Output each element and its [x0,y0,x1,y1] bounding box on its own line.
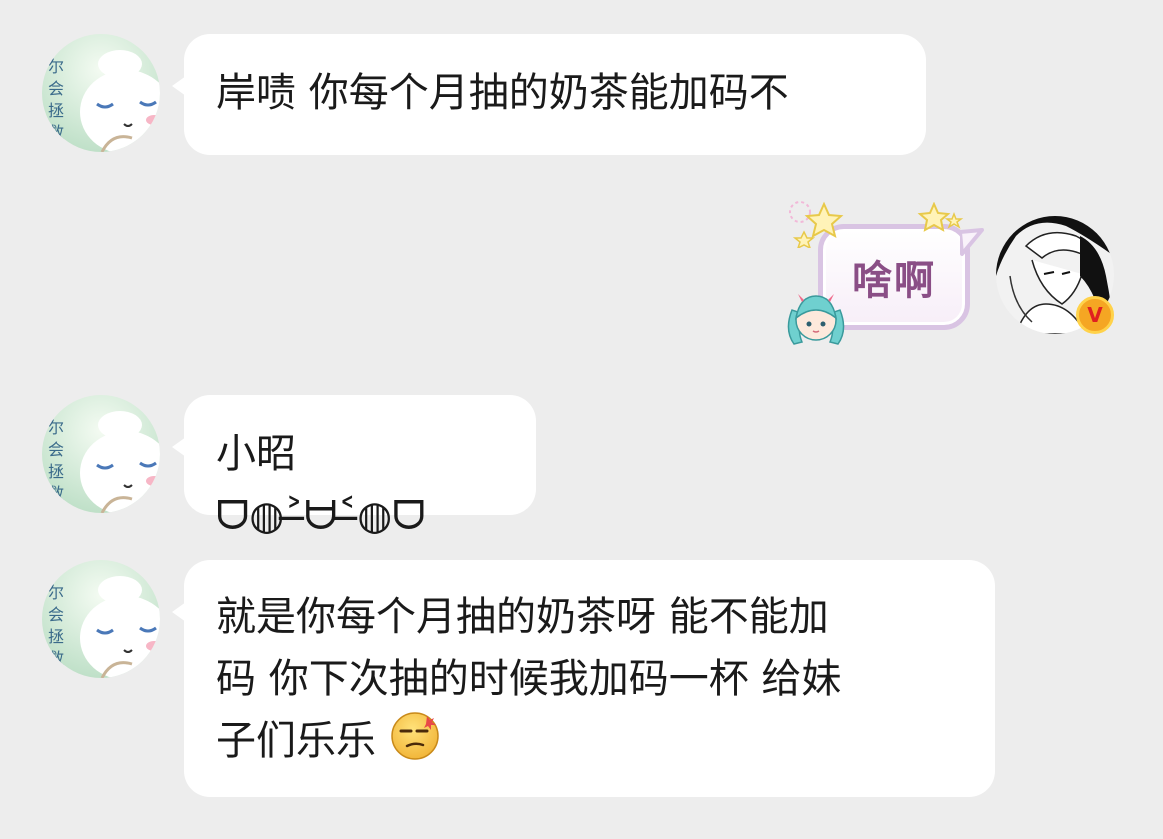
svg-text:救: 救 [48,123,64,142]
smirk-face-emoji-icon [390,712,439,760]
message-text: 小昭 ᗜ◍˃̶ᗨ˂̶◍ᗜ [216,431,426,539]
contact-avatar[interactable]: 尔 会 拯 救 [42,395,160,513]
contact-avatar[interactable]: 尔 会 拯 救 [42,560,160,678]
svg-text:会: 会 [48,440,64,459]
message-bubble[interactable]: 小昭 ᗜ◍˃̶ᗨ˂̶◍ᗜ [172,395,536,539]
svg-text:尔: 尔 [48,583,64,602]
message-text: 啥啊 [852,258,936,304]
star-decoration-icon [789,201,844,248]
message-bubble[interactable]: 岸啧 你每个月抽的奶茶能加码不 [172,34,926,155]
svg-text:救: 救 [48,649,64,668]
message-text-line-1: 就是你每个月抽的奶茶呀 能不能加 [216,594,829,640]
message-text: 岸啧 你每个月抽的奶茶能加码不 [216,70,789,116]
svg-text:会: 会 [48,79,64,98]
verified-badge: V [1076,296,1114,334]
self-message-bubble[interactable]: 啥啊 [787,201,984,345]
contact-avatar[interactable]: 尔 会 拯 救 [42,34,160,152]
bubble-tail [172,437,186,457]
bunny-avatar-image: 尔 会 拯 救 [42,34,160,152]
svg-text:会: 会 [48,605,64,624]
verified-badge-label: V [1087,303,1103,327]
message-text-line-2: 码 你下次抽的时候我加码一杯 给妹 [216,656,842,702]
svg-text:拯: 拯 [48,462,64,481]
message-text-line-3-row: 子们乐乐 [216,710,963,772]
character-head-sticker-icon [787,294,845,345]
star-decoration-icon [917,202,964,232]
avatar-char: 尔 [48,57,64,76]
bubble-tail [172,602,186,622]
message-bubble[interactable]: 就是你每个月抽的奶茶呀 能不能加 码 你下次抽的时候我加码一杯 给妹 子们乐乐 [172,560,995,797]
svg-text:尔: 尔 [48,418,64,437]
message-text-line-3: 子们乐乐 [216,718,376,764]
bunny-avatar-image: 尔 会 拯 救 [42,395,160,513]
svg-text:救: 救 [48,484,64,503]
svg-text:拯: 拯 [48,101,64,120]
bubble-tail [172,76,186,96]
svg-text:拯: 拯 [48,627,64,646]
bunny-avatar-image: 尔 会 拯 救 [42,560,160,678]
